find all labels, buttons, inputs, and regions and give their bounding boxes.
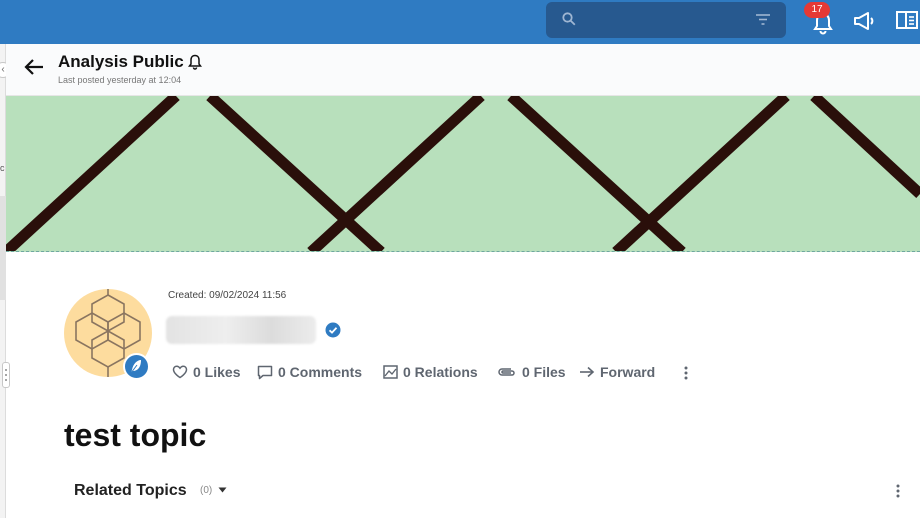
quill-badge [123, 353, 150, 380]
comments-button[interactable]: 0 Comments [257, 362, 362, 382]
related-more-options-icon[interactable] [896, 484, 900, 498]
search-box[interactable] [546, 2, 786, 38]
comment-icon [257, 365, 273, 379]
created-date: Created: 09/02/2024 11:56 [168, 290, 287, 301]
files-button[interactable]: 0 Files [497, 362, 566, 382]
more-options-icon[interactable] [684, 366, 688, 380]
paperclip-icon [498, 368, 515, 376]
search-input[interactable] [588, 8, 748, 32]
banner-pattern [6, 96, 920, 251]
author-name-blurred[interactable] [166, 316, 316, 344]
forward-button[interactable]: Forward [579, 362, 655, 382]
verified-check-icon [325, 322, 341, 338]
forward-label: Forward [600, 364, 656, 380]
forward-arrow-icon [580, 366, 595, 378]
heart-icon [172, 365, 188, 379]
image-chart-icon [383, 365, 398, 379]
files-label: 0 Files [522, 364, 566, 380]
related-topics-count: (0) [200, 485, 213, 496]
cover-banner [6, 96, 920, 252]
filter-icon[interactable] [756, 14, 770, 25]
quill-icon [130, 360, 141, 374]
page-title: Analysis Public [58, 52, 184, 71]
top-bar: 17 [0, 0, 920, 44]
related-topics-label[interactable]: Related Topics [74, 482, 187, 500]
sidebar-resize-handle[interactable] [2, 362, 10, 388]
sidebar-text-fragment: c [0, 163, 5, 173]
relations-button[interactable]: 0 Relations [383, 362, 478, 382]
topic-title: test topic [64, 417, 207, 453]
caret-down-icon[interactable] [218, 487, 227, 493]
likes-label: 0 Likes [193, 364, 241, 380]
comments-label: 0 Comments [278, 364, 363, 380]
relations-label: 0 Relations [403, 364, 478, 380]
page-header: Analysis Public Last posted yesterday at… [6, 44, 920, 96]
likes-button[interactable]: 0 Likes [172, 362, 240, 382]
back-arrow-icon[interactable] [24, 58, 44, 76]
subscribe-bell-icon[interactable] [188, 54, 202, 70]
notification-count-badge: 17 [804, 2, 830, 18]
side-panel-icon[interactable] [896, 10, 918, 30]
search-icon [562, 12, 576, 26]
megaphone-icon[interactable] [852, 10, 876, 32]
last-posted-text: Last posted yesterday at 12:04 [58, 75, 182, 85]
